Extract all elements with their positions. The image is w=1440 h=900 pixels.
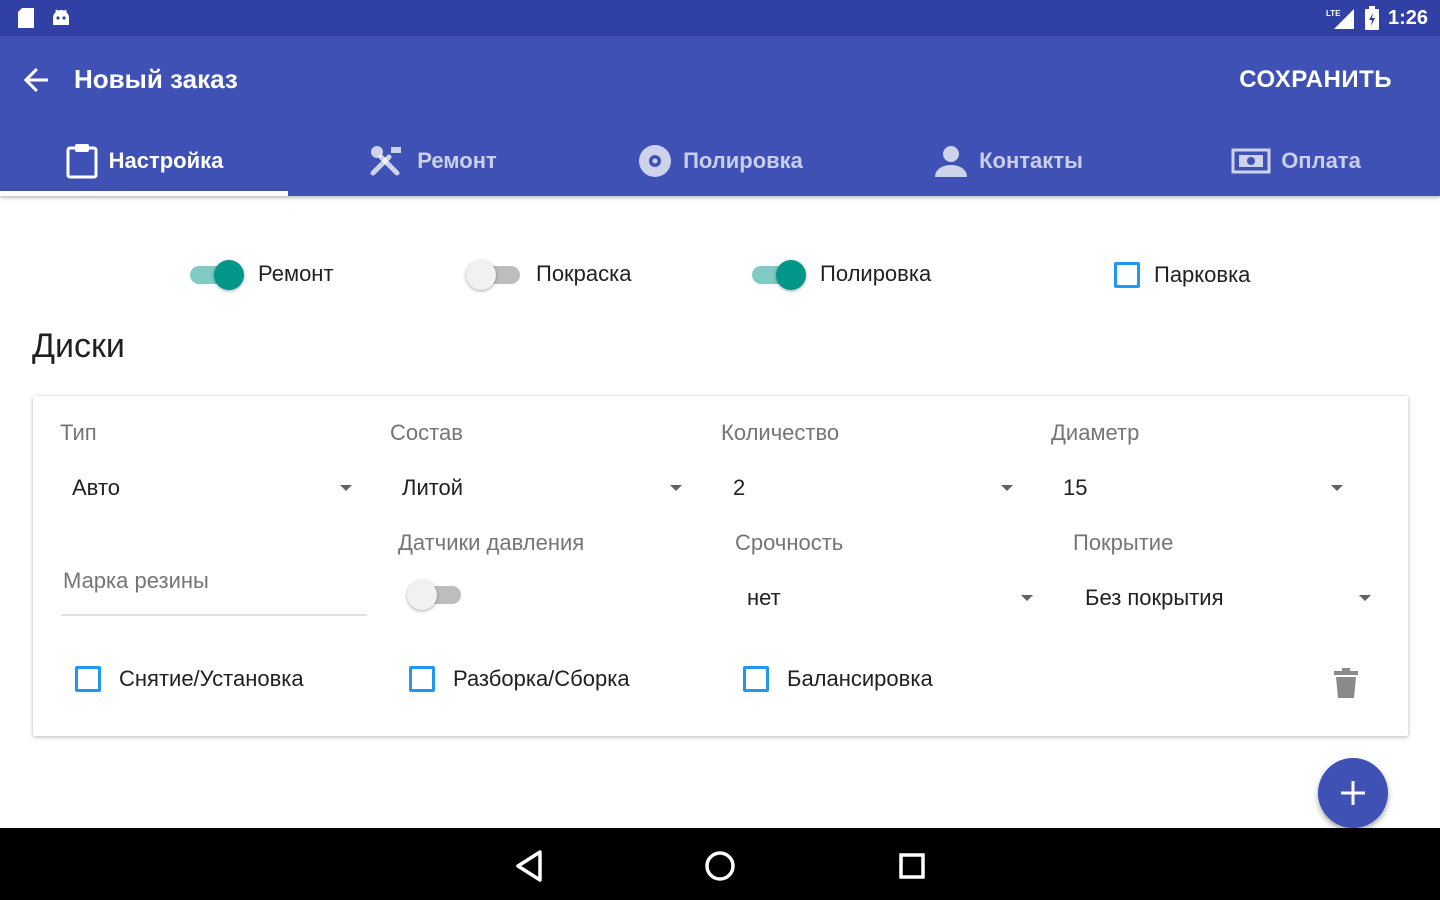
painting-toggle[interactable]: Покраска bbox=[466, 258, 632, 290]
app-bar: Новый заказ СОХРАНИТЬ Настройка Ремонт П… bbox=[0, 36, 1440, 196]
tab-bar: Настройка Ремонт Полировка Контакты Опла… bbox=[0, 126, 1440, 196]
disassembly-assembly-checkbox-item[interactable]: Разборка/Сборка bbox=[409, 666, 630, 692]
tab-label: Полировка bbox=[683, 148, 803, 173]
status-bar: LTE 1:26 bbox=[0, 0, 1440, 36]
type-label: Тип bbox=[60, 420, 97, 445]
polishing-toggle-label: Полировка bbox=[820, 261, 932, 286]
section-title: Диски bbox=[32, 327, 125, 365]
network-type-label: LTE bbox=[1326, 9, 1341, 18]
status-indicators: LTE 1:26 bbox=[1326, 6, 1428, 30]
urgency-select[interactable]: нет bbox=[735, 578, 1041, 618]
coating-value: Без покрытия bbox=[1085, 585, 1224, 610]
quantity-select[interactable]: 2 bbox=[721, 468, 1021, 508]
arrow-back-icon bbox=[23, 68, 48, 92]
urgency-value: нет bbox=[747, 585, 781, 610]
quantity-label: Количество bbox=[721, 420, 840, 445]
composition-value: Литой bbox=[402, 475, 464, 500]
nav-home-button[interactable] bbox=[700, 846, 740, 886]
repair-toggle[interactable]: Ремонт bbox=[188, 258, 334, 290]
tab-label: Настройка bbox=[108, 148, 224, 173]
tire-brand-input[interactable]: Марка резины bbox=[61, 564, 367, 616]
nav-back-button[interactable] bbox=[510, 846, 550, 886]
chevron-down-icon bbox=[670, 485, 682, 491]
parking-checkbox-item[interactable]: Парковка bbox=[1114, 262, 1250, 288]
back-button[interactable] bbox=[18, 62, 54, 98]
system-nav-bar bbox=[0, 828, 1440, 900]
chevron-down-icon bbox=[1331, 485, 1343, 491]
diameter-select[interactable]: 15 bbox=[1051, 468, 1351, 508]
disc-icon bbox=[639, 145, 672, 177]
tab-settings[interactable]: Настройка bbox=[0, 126, 288, 196]
removal-install-checkbox[interactable] bbox=[75, 666, 101, 692]
removal-install-checkbox-item[interactable]: Снятие/Установка bbox=[75, 666, 304, 692]
disk-card: Тип Состав Количество Диаметр Авто Литой… bbox=[33, 396, 1408, 736]
save-button[interactable]: СОХРАНИТЬ bbox=[1239, 66, 1392, 94]
painting-toggle-label: Покраска bbox=[536, 261, 632, 286]
tab-label: Ремонт bbox=[417, 148, 497, 173]
plus-icon bbox=[1341, 781, 1365, 805]
balancing-label: Балансировка bbox=[787, 666, 933, 691]
composition-select[interactable]: Литой bbox=[390, 468, 690, 508]
balancing-checkbox[interactable] bbox=[743, 666, 769, 692]
tools-icon bbox=[370, 146, 402, 176]
sd-card-icon bbox=[18, 8, 34, 28]
coating-label: Покрытие bbox=[1073, 530, 1174, 555]
type-select[interactable]: Авто bbox=[60, 468, 360, 508]
urgency-label: Срочность bbox=[735, 530, 844, 555]
type-value: Авто bbox=[72, 475, 120, 500]
trash-icon bbox=[1334, 668, 1358, 698]
repair-switch[interactable] bbox=[188, 258, 244, 290]
chevron-down-icon bbox=[1021, 595, 1033, 601]
quantity-value: 2 bbox=[733, 475, 746, 500]
tab-repair[interactable]: Ремонт bbox=[288, 126, 576, 196]
pressure-sensors-switch[interactable] bbox=[407, 578, 463, 610]
chevron-down-icon bbox=[340, 485, 352, 491]
android-icon bbox=[53, 9, 69, 25]
tab-label: Контакты bbox=[979, 148, 1083, 173]
signal-icon: LTE bbox=[1326, 9, 1354, 29]
repair-toggle-label: Ремонт bbox=[258, 261, 334, 286]
removal-install-label: Снятие/Установка bbox=[119, 666, 304, 691]
page-title: Новый заказ bbox=[74, 64, 238, 94]
options-row: Ремонт Покраска Полировка Парковка bbox=[0, 258, 1440, 298]
triangle-back-icon bbox=[516, 850, 542, 882]
clipboard-icon bbox=[66, 144, 98, 179]
money-icon bbox=[1231, 148, 1271, 174]
tab-payment[interactable]: Оплата bbox=[1152, 126, 1440, 196]
tire-brand-placeholder: Марка резины bbox=[63, 568, 209, 593]
parking-checkbox-label: Парковка bbox=[1154, 262, 1251, 287]
circle-home-icon bbox=[705, 851, 735, 881]
battery-icon bbox=[1364, 6, 1379, 30]
add-disk-fab[interactable] bbox=[1318, 758, 1388, 828]
coating-select[interactable]: Без покрытия bbox=[1073, 578, 1379, 618]
nav-recents-button[interactable] bbox=[892, 846, 932, 886]
disassembly-assembly-checkbox[interactable] bbox=[409, 666, 435, 692]
composition-label: Состав bbox=[390, 420, 463, 445]
square-recents-icon bbox=[899, 853, 925, 879]
balancing-checkbox-item[interactable]: Балансировка bbox=[743, 666, 933, 692]
person-icon bbox=[935, 146, 968, 177]
delete-button[interactable] bbox=[1333, 668, 1359, 703]
chevron-down-icon bbox=[1359, 595, 1371, 601]
disassembly-assembly-label: Разборка/Сборка bbox=[453, 666, 630, 691]
chevron-down-icon bbox=[1001, 485, 1013, 491]
clock: 1:26 bbox=[1387, 6, 1428, 29]
tab-polishing[interactable]: Полировка bbox=[576, 126, 864, 196]
tab-label: Оплата bbox=[1281, 148, 1361, 173]
status-notifications bbox=[16, 7, 72, 29]
polishing-toggle[interactable]: Полировка bbox=[750, 258, 931, 290]
painting-switch[interactable] bbox=[466, 258, 522, 290]
polishing-switch[interactable] bbox=[750, 258, 806, 290]
parking-checkbox[interactable] bbox=[1114, 262, 1140, 288]
tab-contacts[interactable]: Контакты bbox=[864, 126, 1152, 196]
diameter-label: Диаметр bbox=[1051, 420, 1140, 445]
pressure-sensors-label: Датчики давления bbox=[398, 530, 585, 555]
diameter-value: 15 bbox=[1063, 475, 1088, 500]
